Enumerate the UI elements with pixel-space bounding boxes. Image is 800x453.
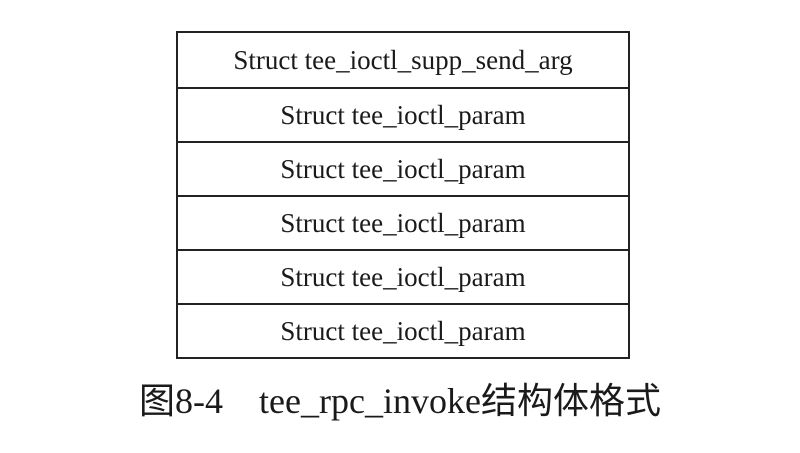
struct-layout-diagram: Struct tee_ioctl_supp_send_arg Struct te… — [176, 31, 630, 359]
struct-row-param: Struct tee_ioctl_param — [178, 141, 628, 195]
struct-row-label: Struct tee_ioctl_param — [280, 99, 526, 130]
struct-row-param: Struct tee_ioctl_param — [178, 195, 628, 249]
struct-row-param: Struct tee_ioctl_param — [178, 87, 628, 141]
figure-caption: 图8-4 tee_rpc_invoke结构体格式 — [139, 381, 661, 421]
struct-row-param: Struct tee_ioctl_param — [178, 303, 628, 357]
struct-row-send-arg: Struct tee_ioctl_supp_send_arg — [178, 33, 628, 87]
struct-row-label: Struct tee_ioctl_param — [280, 261, 526, 292]
struct-row-label: Struct tee_ioctl_param — [280, 153, 526, 184]
struct-row-label: Struct tee_ioctl_param — [280, 315, 526, 346]
struct-row-label: Struct tee_ioctl_param — [280, 207, 526, 238]
struct-row-param: Struct tee_ioctl_param — [178, 249, 628, 303]
struct-row-label: Struct tee_ioctl_supp_send_arg — [233, 44, 573, 75]
